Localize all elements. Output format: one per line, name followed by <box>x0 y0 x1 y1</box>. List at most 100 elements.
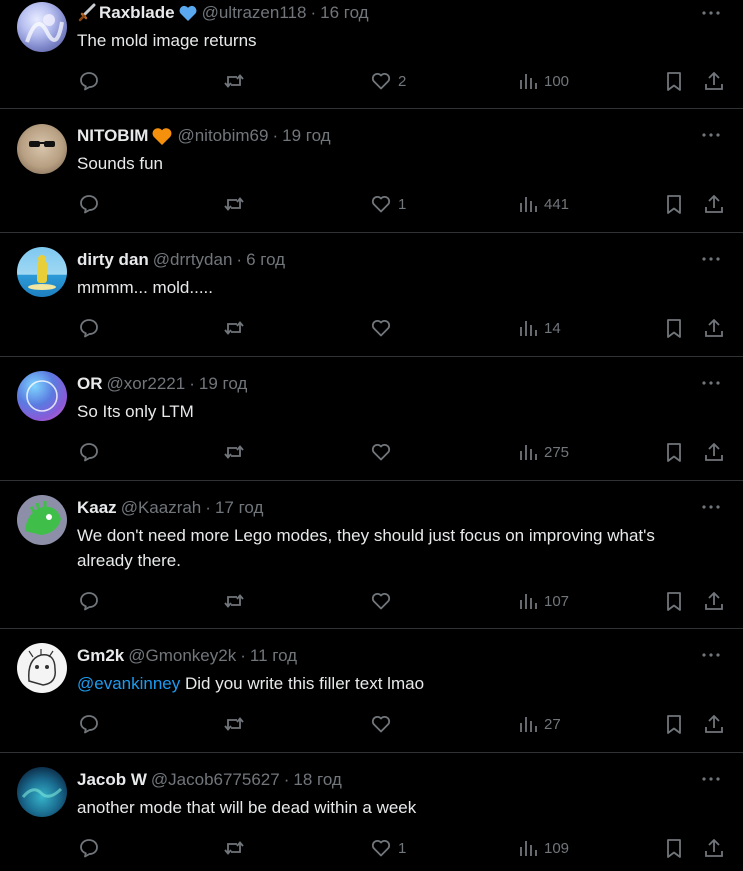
more-options-icon[interactable] <box>699 645 723 665</box>
timestamp[interactable]: 6 год <box>246 249 285 271</box>
bookmark-button[interactable] <box>664 588 684 614</box>
views-button[interactable]: 107 <box>518 588 569 614</box>
more-options-icon[interactable] <box>699 497 723 517</box>
retweet-button[interactable] <box>222 835 246 861</box>
share-button[interactable] <box>703 588 725 614</box>
reply-icon <box>78 713 100 735</box>
views-button[interactable]: 109 <box>518 835 569 861</box>
bookmark-button[interactable] <box>664 835 684 861</box>
timestamp[interactable]: 19 год <box>199 373 247 395</box>
like-button[interactable] <box>370 315 398 341</box>
share-button[interactable] <box>703 835 725 861</box>
retweet-button[interactable] <box>222 191 246 217</box>
retweet-button[interactable] <box>222 711 246 737</box>
avatar[interactable] <box>17 495 67 545</box>
share-button[interactable] <box>703 439 725 465</box>
reply-button[interactable] <box>78 315 100 341</box>
tweet[interactable]: Gm2k @Gmonkey2k · 11 год @evankinney Did… <box>0 629 743 753</box>
tweet[interactable]: Jacob W @Jacob6775627 · 18 год another m… <box>0 753 743 871</box>
like-button[interactable] <box>370 439 398 465</box>
tweet[interactable]: OR @xor2221 · 19 год So Its only LTM 275 <box>0 357 743 481</box>
tweet-text: mmmm... mold..... <box>77 275 687 300</box>
action-bar: 27 <box>0 711 743 737</box>
handle[interactable]: @Gmonkey2k <box>128 645 236 667</box>
bookmark-button[interactable] <box>664 711 684 737</box>
reply-button[interactable] <box>78 835 100 861</box>
tweet[interactable]: Kaaz @Kaazrah · 17 год We don't need mor… <box>0 481 743 629</box>
separator: · <box>310 3 317 22</box>
tweet-text: We don't need more Lego modes, they shou… <box>77 523 687 573</box>
timestamp[interactable]: 18 год <box>293 769 341 791</box>
bookmark-button[interactable] <box>664 191 684 217</box>
share-icon <box>703 70 725 92</box>
display-name[interactable]: Kaaz <box>77 497 117 519</box>
display-name[interactable]: Jacob W <box>77 769 147 791</box>
reply-button[interactable] <box>78 439 100 465</box>
views-chart-icon <box>518 714 538 734</box>
like-button[interactable] <box>370 711 398 737</box>
view-count: 27 <box>544 715 561 733</box>
avatar[interactable] <box>17 371 67 421</box>
like-button[interactable]: 2 <box>370 68 406 94</box>
avatar[interactable] <box>17 643 67 693</box>
bookmark-icon <box>664 193 684 215</box>
avatar[interactable] <box>17 247 67 297</box>
tweet[interactable]: Raxblade @ultrazen118 · 16 год The mold … <box>0 0 743 109</box>
share-button[interactable] <box>703 68 725 94</box>
bookmark-button[interactable] <box>664 439 684 465</box>
bookmark-button[interactable] <box>664 68 684 94</box>
handle[interactable]: @Kaazrah <box>121 497 202 519</box>
views-button[interactable]: 27 <box>518 711 561 737</box>
reply-button[interactable] <box>78 711 100 737</box>
reply-icon <box>78 317 100 339</box>
more-options-icon[interactable] <box>699 249 723 269</box>
display-name[interactable]: dirty dan <box>77 249 149 271</box>
more-options-icon[interactable] <box>699 125 723 145</box>
handle[interactable]: @nitobim69 <box>177 125 268 147</box>
timestamp[interactable]: 11 год <box>250 645 297 667</box>
views-button[interactable]: 14 <box>518 315 561 341</box>
handle[interactable]: @ultrazen118 <box>202 2 307 24</box>
more-options-icon[interactable] <box>699 3 723 23</box>
tweet[interactable]: NITOBIM @nitobim69 · 19 год Sounds fun 1… <box>0 109 743 233</box>
avatar[interactable] <box>17 767 67 817</box>
mention-link[interactable]: @evankinney <box>77 674 180 693</box>
share-button[interactable] <box>703 315 725 341</box>
retweet-button[interactable] <box>222 315 246 341</box>
views-button[interactable]: 100 <box>518 68 569 94</box>
bookmark-button[interactable] <box>664 315 684 341</box>
retweet-button[interactable] <box>222 439 246 465</box>
share-button[interactable] <box>703 711 725 737</box>
timestamp[interactable]: 16 год <box>320 2 368 24</box>
timestamp[interactable]: 17 год <box>215 497 263 519</box>
avatar[interactable] <box>17 2 67 52</box>
display-name[interactable]: OR <box>77 373 103 395</box>
handle[interactable]: @Jacob6775627 <box>151 769 280 791</box>
bookmark-icon <box>664 317 684 339</box>
reply-button[interactable] <box>78 191 100 217</box>
retweet-icon <box>222 590 246 612</box>
separator: · <box>236 250 243 269</box>
views-button[interactable]: 441 <box>518 191 569 217</box>
separator: · <box>189 374 195 393</box>
handle[interactable]: @drrtydan <box>153 249 233 271</box>
handle[interactable]: @xor2221 <box>107 373 186 395</box>
avatar[interactable] <box>17 124 67 174</box>
like-button[interactable]: 1 <box>370 191 406 217</box>
more-options-icon[interactable] <box>699 769 723 789</box>
retweet-button[interactable] <box>222 588 246 614</box>
like-button[interactable] <box>370 588 398 614</box>
share-button[interactable] <box>703 191 725 217</box>
views-button[interactable]: 275 <box>518 439 569 465</box>
reply-button[interactable] <box>78 588 100 614</box>
timestamp[interactable]: 19 год <box>282 125 330 147</box>
reply-button[interactable] <box>78 68 100 94</box>
display-name[interactable]: NITOBIM <box>77 125 148 147</box>
like-button[interactable]: 1 <box>370 835 406 861</box>
more-options-icon[interactable] <box>699 373 723 393</box>
retweet-button[interactable] <box>222 68 246 94</box>
display-name[interactable]: Raxblade <box>99 2 175 24</box>
tweet-text: another mode that will be dead within a … <box>77 795 687 820</box>
display-name[interactable]: Gm2k <box>77 645 124 667</box>
tweet[interactable]: dirty dan @drrtydan · 6 год mmmm... mold… <box>0 233 743 357</box>
